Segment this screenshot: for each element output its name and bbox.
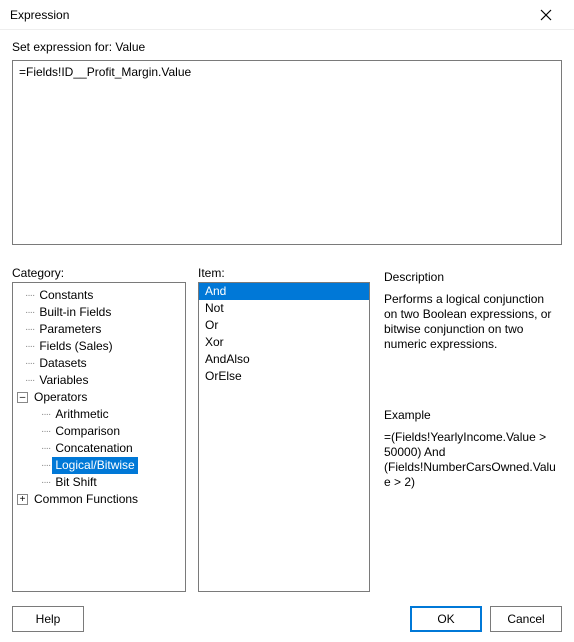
tree-connector-icon: ···· (41, 423, 50, 440)
tree-item-label: Built-in Fields (36, 304, 114, 321)
example-text: =(Fields!YearlyIncome.Value > 50000) And… (384, 430, 560, 490)
tree-item-label: Operators (31, 389, 90, 406)
tree-item[interactable]: ····Datasets (15, 355, 183, 372)
tree-connector-icon: ···· (25, 372, 34, 389)
list-item[interactable]: Xor (199, 334, 369, 351)
list-item[interactable]: Not (199, 300, 369, 317)
tree-item[interactable]: ····Comparison (15, 423, 183, 440)
example-heading: Example (384, 408, 560, 422)
cancel-button[interactable]: Cancel (490, 606, 562, 632)
tree-item-label: Bit Shift (52, 474, 99, 491)
list-item[interactable]: OrElse (199, 368, 369, 385)
tree-item[interactable]: ····Logical/Bitwise (15, 457, 183, 474)
item-label: Item: (198, 266, 370, 280)
collapse-icon[interactable]: – (17, 392, 28, 403)
tree-item-label: Parameters (36, 321, 104, 338)
tree-item[interactable]: –Operators (15, 389, 183, 406)
prompt-label: Set expression for: Value (12, 40, 562, 54)
tree-item-label: Fields (Sales) (36, 338, 115, 355)
category-label: Category: (12, 266, 186, 280)
tree-connector-icon: ···· (41, 440, 50, 457)
close-icon (540, 9, 552, 21)
tree-item-label: Comparison (52, 423, 123, 440)
tree-item-label: Arithmetic (52, 406, 111, 423)
tree-item-label: Constants (36, 287, 96, 304)
tree-item-label: Concatenation (52, 440, 135, 457)
item-list[interactable]: AndNotOrXorAndAlsoOrElse (198, 282, 370, 592)
tree-connector-icon: ···· (41, 457, 50, 474)
tree-item[interactable]: ····Constants (15, 287, 183, 304)
list-item[interactable]: And (199, 283, 369, 300)
close-button[interactable] (526, 1, 566, 29)
tree-item[interactable]: ····Concatenation (15, 440, 183, 457)
tree-connector-icon: ···· (25, 287, 34, 304)
list-item[interactable]: Or (199, 317, 369, 334)
help-button[interactable]: Help (12, 606, 84, 632)
description-heading: Description (384, 270, 560, 284)
title-bar: Expression (0, 0, 574, 30)
tree-item[interactable]: ····Arithmetic (15, 406, 183, 423)
tree-connector-icon: ···· (25, 321, 34, 338)
tree-item[interactable]: +Common Functions (15, 491, 183, 508)
tree-connector-icon: ···· (25, 355, 34, 372)
tree-item-label: Datasets (36, 355, 89, 372)
tree-item[interactable]: ····Bit Shift (15, 474, 183, 491)
tree-item-label: Logical/Bitwise (52, 457, 137, 474)
expand-icon[interactable]: + (17, 494, 28, 505)
tree-item-label: Variables (36, 372, 91, 389)
window-title: Expression (10, 8, 69, 22)
tree-connector-icon: ···· (41, 406, 50, 423)
ok-button[interactable]: OK (410, 606, 482, 632)
list-item[interactable]: AndAlso (199, 351, 369, 368)
tree-connector-icon: ···· (25, 338, 34, 355)
expression-input[interactable] (12, 60, 562, 245)
tree-item[interactable]: ····Fields (Sales) (15, 338, 183, 355)
tree-item[interactable]: ····Built-in Fields (15, 304, 183, 321)
tree-item[interactable]: ····Parameters (15, 321, 183, 338)
tree-item-label: Common Functions (31, 491, 141, 508)
description-text: Performs a logical conjunction on two Bo… (384, 292, 560, 352)
tree-connector-icon: ···· (41, 474, 50, 491)
tree-item[interactable]: ····Variables (15, 372, 183, 389)
category-tree[interactable]: ····Constants····Built-in Fields····Para… (12, 282, 186, 592)
details-panel: Description Performs a logical conjuncti… (382, 266, 562, 592)
tree-connector-icon: ···· (25, 304, 34, 321)
